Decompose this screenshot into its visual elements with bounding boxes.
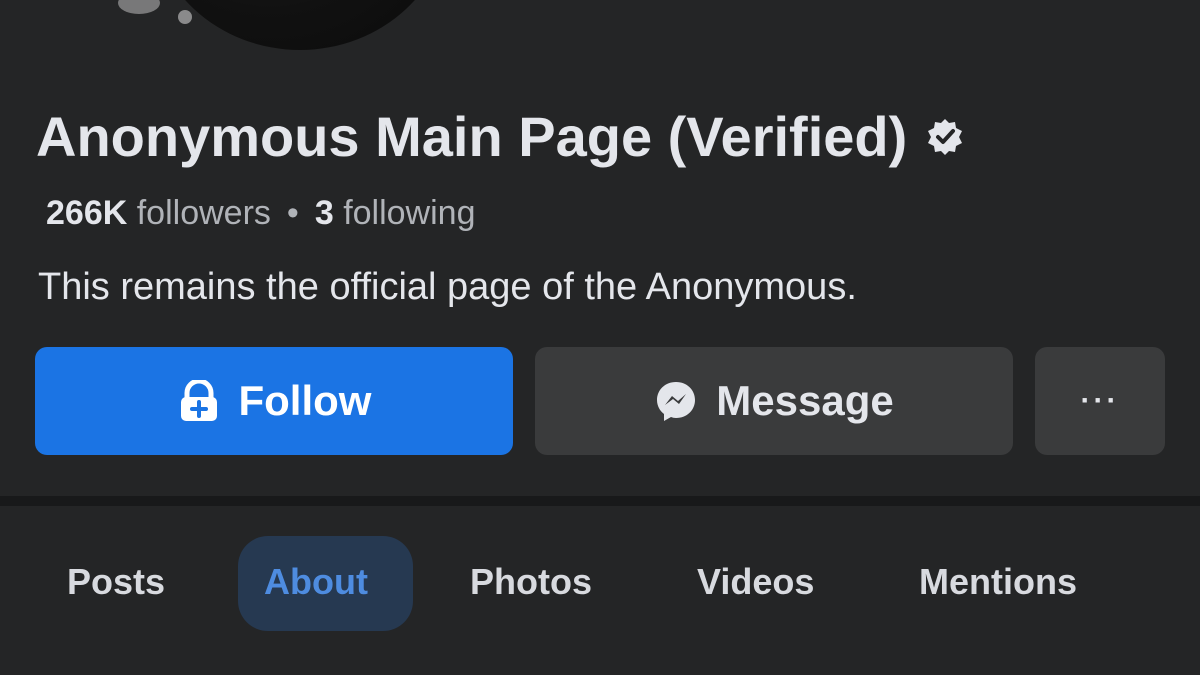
- profile-page: Anonymous Main Page (Verified) 266K foll…: [0, 0, 1200, 675]
- message-button-label: Message: [716, 377, 894, 424]
- title-row: Anonymous Main Page (Verified): [36, 104, 965, 169]
- follow-button[interactable]: Follow: [35, 347, 513, 455]
- followers-label[interactable]: followers: [137, 194, 271, 232]
- followers-count[interactable]: 266K: [46, 194, 127, 232]
- messenger-icon: [654, 379, 698, 423]
- more-options-button[interactable]: ···: [1035, 347, 1165, 455]
- following-count[interactable]: 3: [315, 194, 334, 232]
- tab-posts[interactable]: Posts: [67, 561, 165, 603]
- page-title: Anonymous Main Page (Verified): [36, 105, 908, 168]
- avatar-detail: [178, 10, 192, 24]
- profile-tabs: Posts About Photos Videos Mentions: [0, 506, 1200, 675]
- tab-about[interactable]: About: [264, 561, 368, 603]
- follow-stats: 266K followers • 3 following: [46, 194, 476, 233]
- tab-mentions[interactable]: Mentions: [919, 561, 1077, 603]
- avatar-detail: [118, 0, 160, 14]
- page-bio: This remains the official page of the An…: [38, 266, 857, 308]
- message-button[interactable]: Message: [535, 347, 1013, 455]
- profile-avatar[interactable]: [150, 0, 450, 50]
- tab-videos[interactable]: Videos: [697, 561, 814, 603]
- follow-button-label: Follow: [238, 377, 372, 424]
- stats-separator: •: [286, 194, 299, 232]
- more-icon: ···: [1080, 384, 1120, 417]
- verified-badge-icon: [928, 118, 963, 155]
- tab-photos[interactable]: Photos: [470, 561, 592, 603]
- section-divider: [0, 496, 1200, 506]
- follow-icon: [177, 380, 221, 422]
- following-label[interactable]: following: [343, 194, 475, 232]
